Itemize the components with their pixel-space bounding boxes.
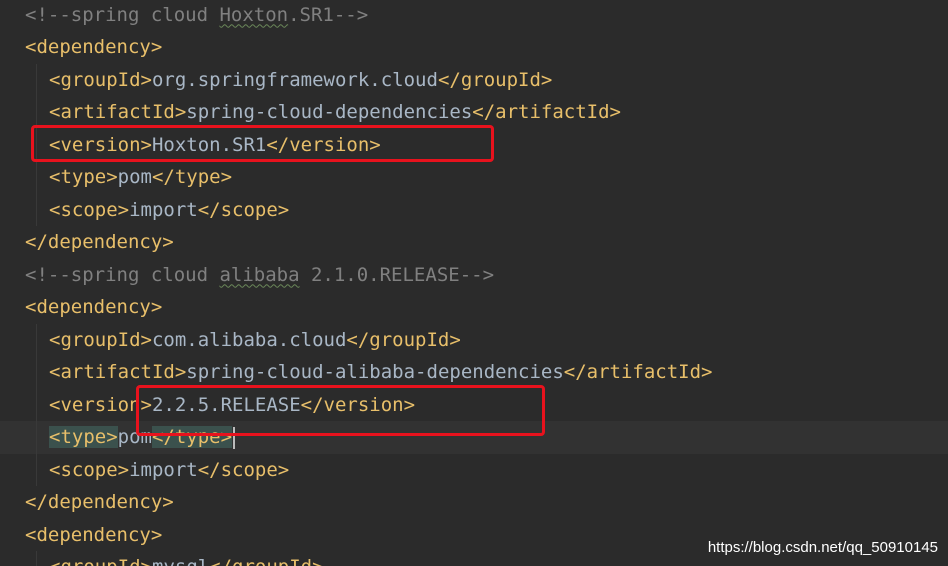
xml-value: pom [117,426,152,448]
xml-close-tag: </scope> [197,198,290,221]
xml-value: import [129,198,198,221]
line-tokens: <version>2.2.5.RELEASE</version> [49,389,415,422]
indent-guide [36,96,37,129]
xml-value: pom [117,166,152,188]
xml-tag: </dependency> [25,231,174,253]
line-tokens: <!--spring cloud Hoxton.SR1--> [25,0,368,31]
xml-close-tag: </type> [151,426,233,448]
xml-comment-typo-word: Hoxton [219,3,289,26]
xml-value: spring-cloud-dependencies [186,101,473,123]
xml-tag: <dependency> [25,36,163,58]
xml-value: spring-cloud-alibaba-dependencies [186,361,564,383]
line-tokens: <type>pom</type> [49,421,236,454]
xml-tag: <dependency> [25,296,163,318]
xml-comment: .SR1--> [288,3,369,26]
code-line[interactable]: <groupId>org.springframework.cloud</grou… [0,63,948,97]
indent-guide [36,63,37,96]
line-tokens: <version>Hoxton.SR1</version> [49,129,381,162]
line-tokens: <groupId>org.springframework.cloud</grou… [49,64,552,97]
line-tokens: <scope>import</scope> [49,194,289,227]
code-line[interactable]: <!--spring cloud Hoxton.SR1--> [0,0,948,31]
indent-guide [36,551,37,566]
xml-tag: <dependency> [25,523,163,546]
xml-close-tag: </version> [300,393,416,416]
xml-open-tag: <scope> [49,198,130,221]
xml-value: import [129,458,198,481]
indent-guide [36,356,37,389]
code-line[interactable]: <artifactId>spring-cloud-alibaba-depende… [0,356,948,389]
code-line[interactable]: <type>pom</type> [0,161,948,194]
indent-guide [36,128,37,161]
xml-open-tag: <groupId> [49,68,152,91]
line-tokens: <artifactId>spring-cloud-alibaba-depende… [49,356,713,389]
watermark-text: https://blog.csdn.net/qq_50910145 [707,539,938,556]
code-line[interactable]: <groupId>com.alibaba.cloud</groupId> [0,323,948,357]
line-tokens: <groupId>com.alibaba.cloud</groupId> [49,324,461,357]
code-line[interactable]: <version>2.2.5.RELEASE</version> [0,388,948,422]
code-line[interactable]: <scope>import</scope> [0,453,948,487]
xml-close-tag: </groupId> [346,328,461,351]
xml-value: mysql [152,556,209,566]
xml-close-tag: </version> [266,133,381,156]
line-tokens: <dependency> [25,31,162,64]
line-tokens: <dependency> [25,519,162,552]
code-line[interactable]: <scope>import</scope> [0,193,948,227]
xml-comment: 2.1.0.RELEASE--> [299,263,495,286]
line-tokens: <dependency> [25,291,162,324]
xml-close-tag: </scope> [197,458,290,481]
indent-guide [36,323,37,356]
xml-close-tag: </artifactId> [472,101,621,123]
code-line[interactable]: </dependency> [0,486,948,519]
line-tokens: <!--spring cloud alibaba 2.1.0.RELEASE--… [25,259,494,292]
xml-close-tag: </groupId> [209,556,323,566]
xml-open-tag: <version> [49,133,152,156]
code-line[interactable]: <type>pom</type> [0,421,948,454]
indent-guide [36,193,37,226]
indent-guide [36,421,37,454]
code-line[interactable]: </dependency> [0,226,948,259]
xml-open-tag: <scope> [49,458,130,481]
code-editor[interactable]: <!--spring cloud Hoxton.SR1--> <dependenc… [0,0,948,566]
code-line[interactable]: <dependency> [0,31,948,64]
xml-comment: <!--spring cloud [25,3,220,26]
xml-open-tag: <type> [49,166,118,188]
xml-comment-typo-word: alibaba [219,263,300,286]
indent-guide [36,388,37,421]
xml-value: Hoxton.SR1 [151,133,267,156]
code-line[interactable]: <artifactId>spring-cloud-dependencies</a… [0,96,948,129]
xml-value: org.springframework.cloud [151,68,438,91]
xml-open-tag: <groupId> [49,556,152,566]
xml-open-tag: <version> [49,393,152,416]
indent-guide [36,453,37,486]
line-tokens: </dependency> [25,226,174,259]
code-line[interactable]: <dependency> [0,291,948,324]
xml-tag: </dependency> [25,491,174,513]
line-tokens: <scope>import</scope> [49,454,289,487]
xml-comment: <!--spring cloud [25,263,220,286]
xml-open-tag: <groupId> [49,328,152,351]
xml-open-tag: <artifactId> [49,101,187,123]
xml-value: 2.2.5.RELEASE [151,393,301,416]
line-tokens: <artifactId>spring-cloud-dependencies</a… [49,96,621,129]
line-tokens: <groupId>mysql</groupId> [49,551,324,566]
code-line[interactable]: <version>Hoxton.SR1</version> [0,128,948,162]
xml-close-tag: </artifactId> [563,361,713,383]
xml-close-tag: </type> [151,166,233,188]
line-tokens: <type>pom</type> [49,161,232,194]
xml-open-tag: <artifactId> [49,361,187,383]
xml-open-tag: <type> [49,426,118,448]
indent-guide [36,161,37,194]
xml-close-tag: </groupId> [437,68,553,91]
code-line[interactable]: <!--spring cloud alibaba 2.1.0.RELEASE--… [0,259,948,292]
text-caret [233,426,236,449]
xml-value: com.alibaba.cloud [151,328,347,351]
line-tokens: </dependency> [25,486,174,519]
